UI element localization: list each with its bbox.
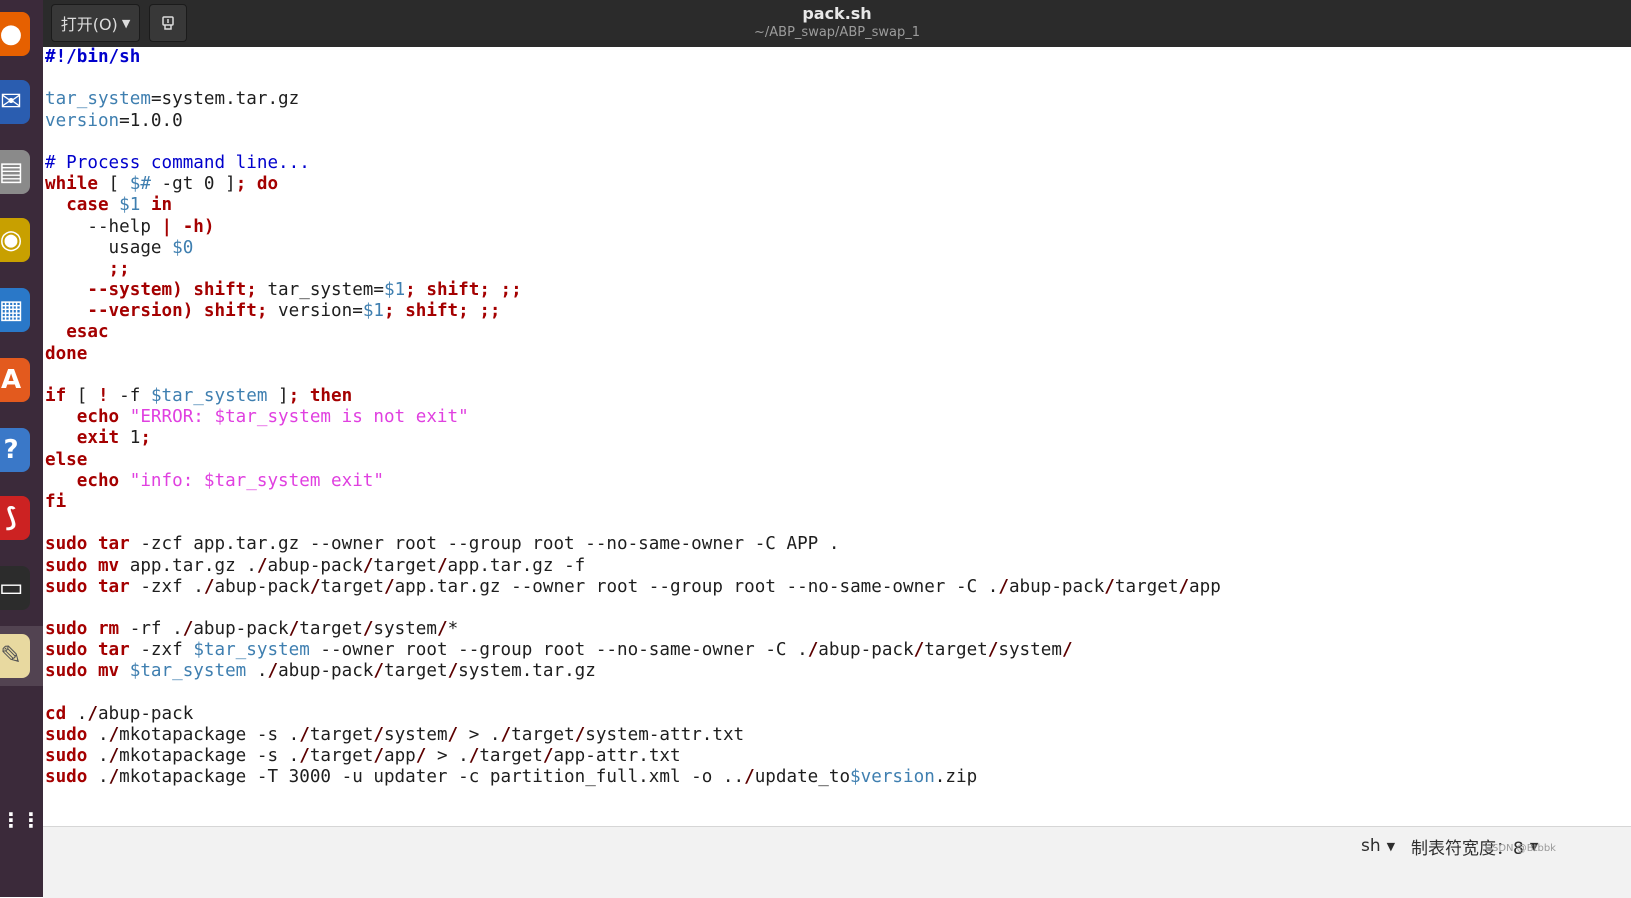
- dock-item-firefox[interactable]: ●: [0, 4, 43, 64]
- thunderbird-icon: ✉: [0, 80, 30, 124]
- code-line[interactable]: --help | -h): [45, 217, 1631, 238]
- code-line[interactable]: sudo mv app.tar.gz ./abup-pack/target/ap…: [45, 556, 1631, 577]
- help-icon: ?: [0, 428, 30, 472]
- dock-item-document-viewer[interactable]: ⟆: [0, 488, 43, 548]
- open-button[interactable]: 打开(O) ▼: [51, 4, 140, 42]
- code-line[interactable]: else: [45, 450, 1631, 471]
- terminal-icon: ▭: [0, 566, 30, 610]
- code-line[interactable]: if [ ! -f $tar_system ]; then: [45, 386, 1631, 407]
- code-line[interactable]: ​: [45, 132, 1631, 153]
- code-line[interactable]: echo "ERROR: $tar_system is not exit": [45, 407, 1631, 428]
- code-line[interactable]: ​: [45, 513, 1631, 534]
- code-line[interactable]: #!/bin/sh: [45, 47, 1631, 68]
- code-line[interactable]: case $1 in: [45, 195, 1631, 216]
- code-line[interactable]: # Process command line...: [45, 153, 1631, 174]
- dock-item-text-editor[interactable]: ✎: [0, 626, 43, 686]
- code-line[interactable]: ​: [45, 365, 1631, 386]
- dock-item-libreoffice-writer[interactable]: ▦: [0, 280, 43, 340]
- files-icon: ▤: [0, 150, 30, 194]
- code-line[interactable]: sudo tar -zxf $tar_system --owner root -…: [45, 640, 1631, 661]
- text-editor-icon: ✎: [0, 634, 30, 678]
- launcher-dock: ● ✉ ▤ ◉ ▦ A? ⟆ ▭ ✎ ⋮⋮: [0, 0, 44, 897]
- window-title-block: pack.sh ~/ABP_swap/ABP_swap_1: [43, 4, 1631, 42]
- code-line[interactable]: done: [45, 344, 1631, 365]
- chevron-down-icon: ▼: [1386, 839, 1396, 853]
- app-grid-icon: ⋮⋮: [1, 808, 41, 832]
- code-line[interactable]: version=1.0.0: [45, 111, 1631, 132]
- dock-item-help[interactable]: ?: [0, 420, 43, 480]
- code-line[interactable]: sudo ./mkotapackage -s ./target/app/ > .…: [45, 746, 1631, 767]
- writer-icon: ▦: [0, 288, 30, 332]
- code-line[interactable]: sudo tar -zcf app.tar.gz --owner root --…: [45, 534, 1631, 555]
- code-line[interactable]: sudo tar -zxf ./abup-pack/target/app.tar…: [45, 577, 1631, 598]
- window-path: ~/ABP_swap/ABP_swap_1: [754, 25, 920, 40]
- language-label: sh: [1361, 836, 1381, 856]
- open-button-label: 打开(O): [60, 15, 118, 34]
- code-text[interactable]: #!/bin/sh​tar_system=system.tar.gzversio…: [43, 47, 1631, 789]
- code-line[interactable]: exit 1;: [45, 428, 1631, 449]
- language-selector[interactable]: sh ▼: [1361, 831, 1395, 861]
- chevron-down-icon: ▼: [121, 16, 131, 30]
- firefox-icon: ●: [0, 12, 30, 56]
- software-icon: A: [0, 358, 30, 402]
- dock-item-files[interactable]: ▤: [0, 142, 43, 202]
- dock-item-terminal[interactable]: ▭: [0, 558, 43, 618]
- code-line[interactable]: fi: [45, 492, 1631, 513]
- code-line[interactable]: sudo ./mkotapackage -T 3000 -u updater -…: [45, 767, 1631, 788]
- code-line[interactable]: ;;: [45, 259, 1631, 280]
- code-line[interactable]: while [ $# -gt 0 ]; do: [45, 174, 1631, 195]
- pin-document-button[interactable]: [149, 4, 187, 42]
- code-line[interactable]: echo "info: $tar_system exit": [45, 471, 1631, 492]
- code-line[interactable]: tar_system=system.tar.gz: [45, 89, 1631, 110]
- code-editor[interactable]: #!/bin/sh​tar_system=system.tar.gzversio…: [43, 47, 1631, 826]
- code-line[interactable]: sudo rm -rf ./abup-pack/target/system/*: [45, 619, 1631, 640]
- dock-item-rhythmbox[interactable]: ◉: [0, 210, 43, 270]
- dock-item-show-applications[interactable]: ⋮⋮: [0, 790, 43, 850]
- header-bar: 打开(O) ▼ pack.sh ~/ABP_swap/ABP_swap_1: [43, 0, 1631, 48]
- document-pin-icon: [162, 16, 174, 30]
- dock-item-ubuntu-software[interactable]: A: [0, 350, 43, 410]
- viewer-icon: ⟆: [0, 496, 30, 540]
- code-line[interactable]: usage $0: [45, 238, 1631, 259]
- rhythmbox-icon: ◉: [0, 218, 30, 262]
- code-line[interactable]: ​: [45, 598, 1631, 619]
- code-line[interactable]: ​: [45, 68, 1631, 89]
- window-title: pack.sh: [802, 4, 872, 23]
- code-line[interactable]: sudo ./mkotapackage -s ./target/system/ …: [45, 725, 1631, 746]
- code-line[interactable]: ​: [45, 683, 1631, 704]
- dock-item-thunderbird[interactable]: ✉: [0, 72, 43, 132]
- code-line[interactable]: --system) shift; tar_system=$1; shift; ;…: [45, 280, 1631, 301]
- code-line[interactable]: --version) shift; version=$1; shift; ;;: [45, 301, 1631, 322]
- code-line[interactable]: sudo mv $tar_system ./abup-pack/target/s…: [45, 661, 1631, 682]
- status-bar: sh ▼ 制表符宽度：8 ▼ CSDN @Btbbk: [43, 826, 1631, 898]
- code-line[interactable]: cd ./abup-pack: [45, 704, 1631, 725]
- code-line[interactable]: esac: [45, 322, 1631, 343]
- watermark: CSDN @Btbbk: [1485, 843, 1556, 854]
